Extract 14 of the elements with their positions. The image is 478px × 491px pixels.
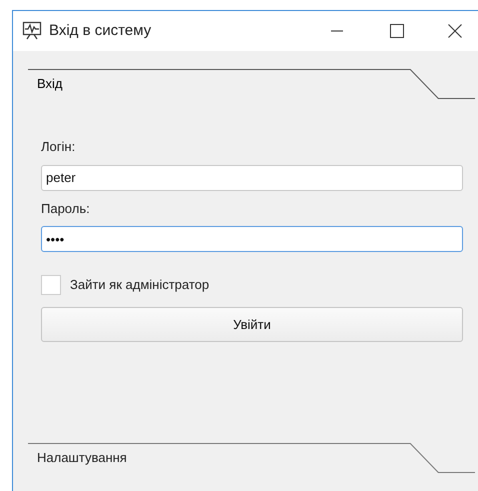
text-field[interactable]: peter: [41, 164, 463, 190]
monitor-pulse-icon: [22, 21, 42, 41]
login-button[interactable]: Увійти: [41, 307, 463, 342]
minimize-icon: [331, 30, 343, 32]
close-icon: [448, 24, 462, 38]
section-tab[interactable]: Налаштування: [28, 443, 475, 473]
field-label: Пароль:: [41, 200, 91, 218]
maximize-icon: [390, 24, 404, 38]
text-field[interactable]: ••••: [41, 226, 463, 252]
section-tab[interactable]: Вхід: [28, 69, 475, 99]
window-title: Вхід в систему: [49, 20, 152, 41]
checkbox[interactable]: [41, 275, 61, 295]
field-label: Логін:: [41, 138, 76, 156]
checkbox-label: Зайти як адміністратор: [70, 276, 210, 294]
